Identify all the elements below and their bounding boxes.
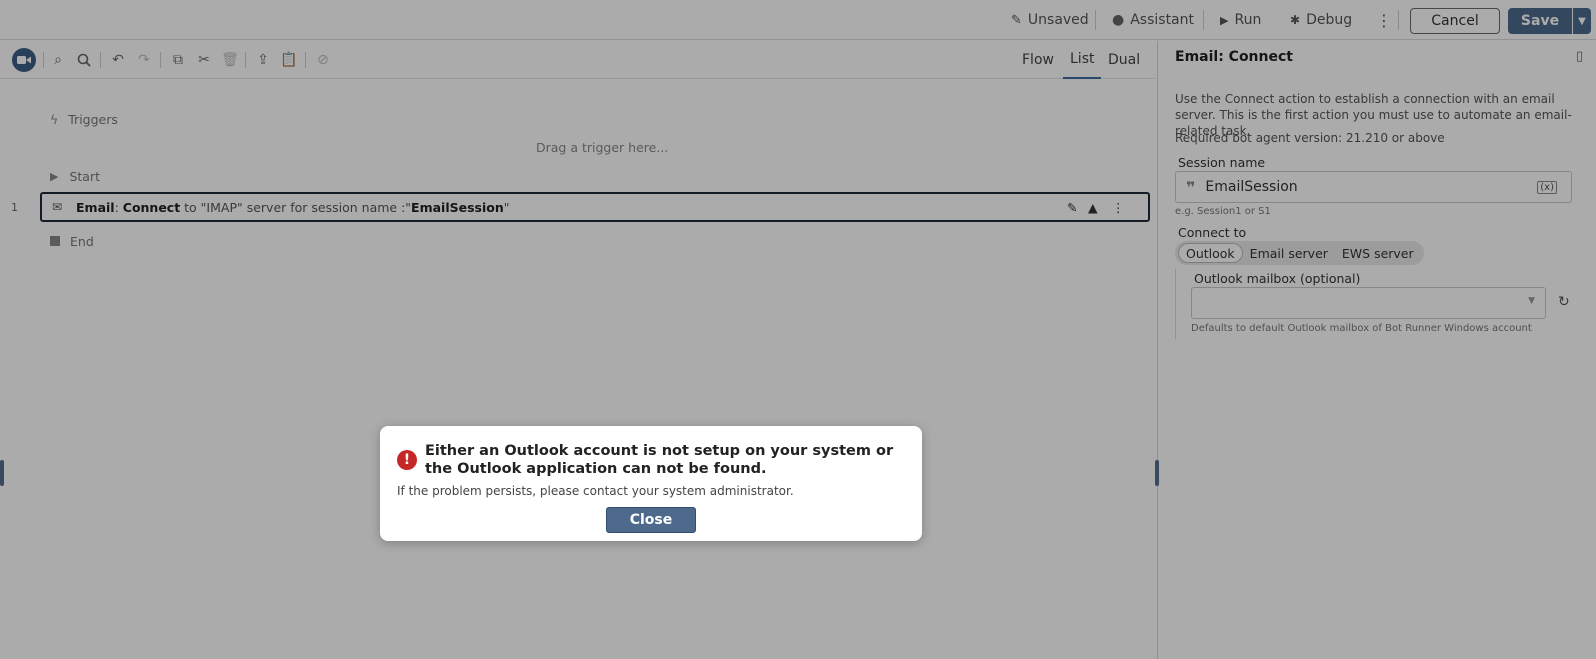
modal-overlay <box>0 0 1596 659</box>
error-title: Either an Outlook account is not setup o… <box>425 443 894 477</box>
error-dialog: ! Either an Outlook account is not setup… <box>380 426 922 541</box>
left-resize-handle[interactable] <box>0 460 4 486</box>
error-message: If the problem persists, please contact … <box>397 484 794 498</box>
close-button[interactable]: Close <box>606 507 696 533</box>
error-icon: ! <box>397 450 417 470</box>
panel-resize-handle[interactable] <box>1155 460 1159 486</box>
